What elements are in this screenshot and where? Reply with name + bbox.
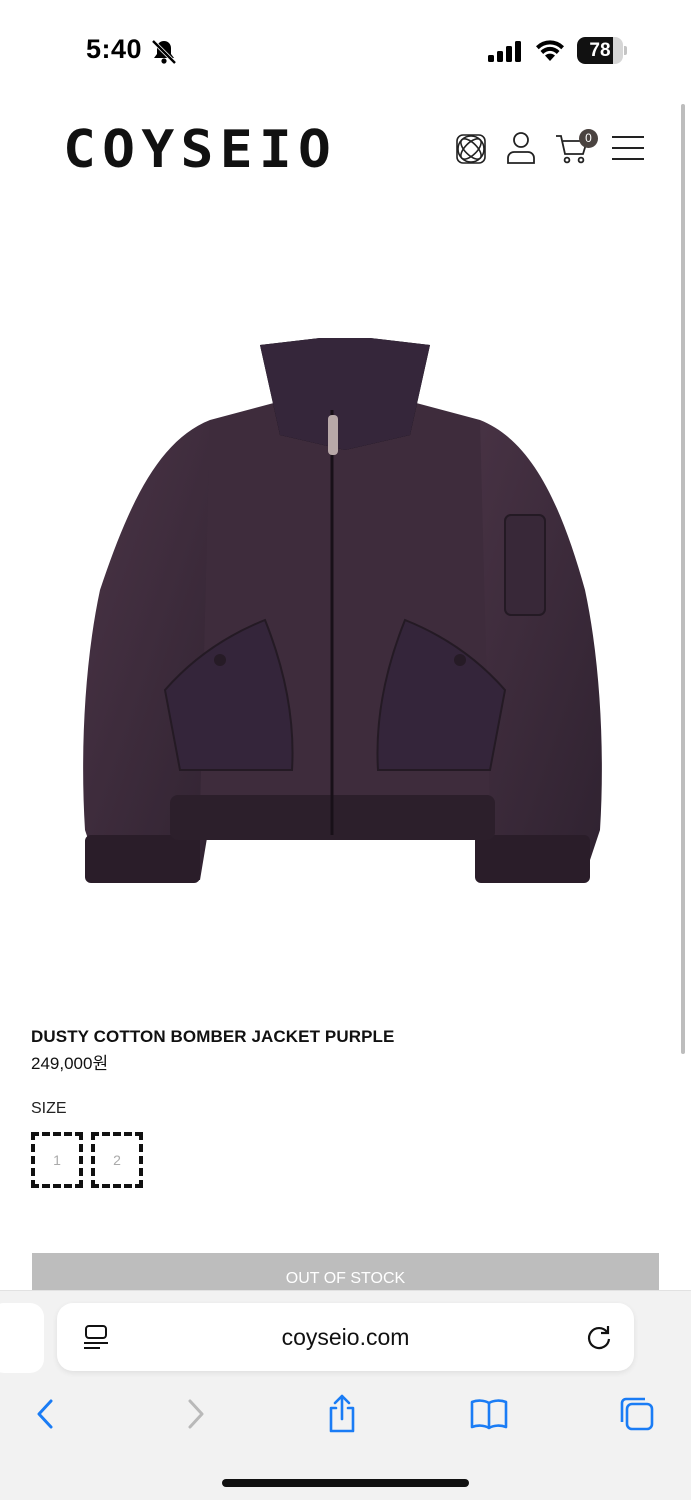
bookmarks-button[interactable] (466, 1391, 512, 1437)
size-option-1[interactable]: 1 (31, 1132, 83, 1188)
site-logo[interactable]: COYSEIO (63, 122, 337, 178)
status-time: 5:40 (86, 34, 143, 64)
user-icon[interactable] (506, 131, 536, 165)
bell-slash-icon (151, 39, 177, 65)
cellular-signal-icon (488, 41, 521, 62)
tabs-icon (620, 1397, 654, 1431)
page-scrollbar[interactable] (681, 104, 685, 1054)
bookmarks-icon (470, 1399, 508, 1430)
size-option-2[interactable]: 2 (91, 1132, 143, 1188)
share-button[interactable] (319, 1391, 365, 1437)
browser-toolbar: coyseio.com (0, 1290, 691, 1500)
size-option-label: 1 (53, 1152, 61, 1168)
share-icon (329, 1394, 355, 1433)
back-icon (37, 1399, 53, 1429)
home-indicator[interactable] (222, 1479, 469, 1487)
out-of-stock-button[interactable]: OUT OF STOCK (32, 1253, 659, 1293)
cart-count-badge: 0 (579, 129, 598, 148)
reload-icon[interactable] (585, 1323, 613, 1351)
reader-icon[interactable] (83, 1324, 109, 1352)
menu-icon[interactable] (612, 134, 644, 162)
product-price: 249,000원 (31, 1054, 109, 1073)
back-button[interactable] (22, 1391, 68, 1437)
product-image[interactable] (60, 330, 630, 900)
tabs-button[interactable] (614, 1391, 660, 1437)
previous-tab-card[interactable] (0, 1303, 44, 1373)
battery-level: 78 (589, 40, 611, 61)
site-header: COYSEIO (0, 100, 691, 210)
globe-icon[interactable] (454, 132, 488, 166)
url-text[interactable]: coyseio.com (57, 1303, 634, 1371)
battery-indicator: 78 (577, 37, 627, 64)
product-name: DUSTY COTTON BOMBER JACKET PURPLE (31, 1027, 395, 1046)
size-label: SIZE (31, 1100, 67, 1117)
size-option-label: 2 (113, 1152, 121, 1168)
wifi-icon (536, 40, 564, 61)
forward-icon (188, 1399, 204, 1429)
size-options: 1 2 (31, 1132, 143, 1190)
status-bar: 5:40 78 (0, 0, 691, 100)
navigation-toolbar (0, 1391, 691, 1441)
forward-button[interactable] (173, 1391, 219, 1437)
address-bar[interactable]: coyseio.com (57, 1303, 634, 1371)
